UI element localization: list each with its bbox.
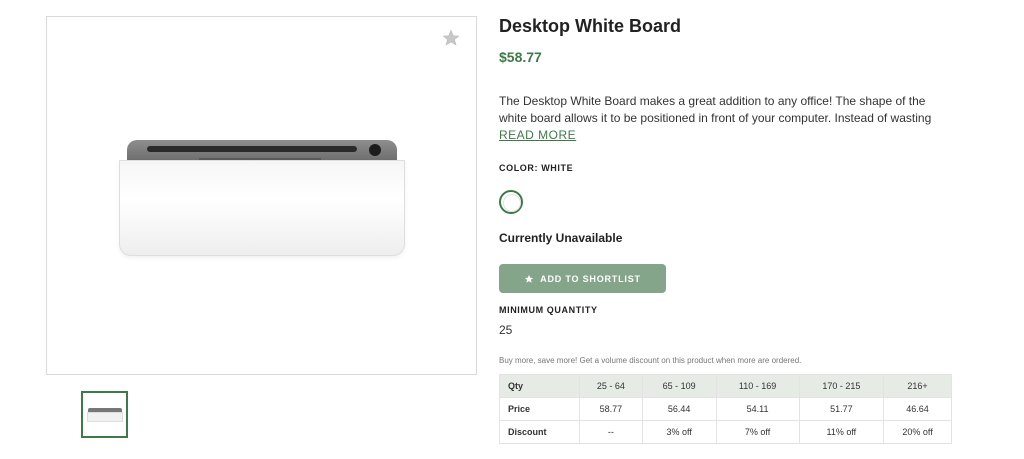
color-swatch-white[interactable] (499, 190, 523, 214)
table-cell: 216+ (883, 374, 952, 398)
table-cell: 51.77 (798, 397, 885, 421)
table-cell: 54.11 (715, 397, 800, 421)
table-cell: 20% off (883, 420, 952, 444)
table-cell: Qty (499, 374, 580, 398)
board-slot (147, 146, 357, 152)
table-cell: 7% off (715, 420, 800, 444)
board-top-rail (127, 140, 397, 160)
product-image-whiteboard (119, 140, 405, 256)
table-cell: 25 - 64 (579, 374, 643, 398)
thumbnail-board-surface (87, 412, 123, 422)
read-more-link[interactable]: READ MORE (499, 128, 576, 142)
product-description: The Desktop White Board makes a great ad… (499, 93, 955, 127)
table-cell: 11% off (798, 420, 885, 444)
favorite-star-icon[interactable] (442, 29, 460, 47)
availability-status: Currently Unavailable (499, 231, 623, 245)
table-cell: 46.64 (883, 397, 952, 421)
volume-pricing-table: Qty 25 - 64 65 - 109 110 - 169 170 - 215… (499, 374, 952, 444)
description-text: The Desktop White Board makes a great ad… (499, 94, 932, 125)
table-row-price: Price 58.77 56.44 54.11 51.77 46.64 (499, 397, 952, 421)
product-thumbnail[interactable] (81, 391, 128, 438)
table-row-qty: Qty 25 - 64 65 - 109 110 - 169 170 - 215… (499, 374, 952, 398)
board-surface (119, 160, 405, 256)
table-cell: Price (499, 397, 580, 421)
minimum-quantity-label: MINIMUM QUANTITY (499, 305, 598, 315)
table-cell: 65 - 109 (641, 374, 717, 398)
minimum-quantity-value: 25 (499, 323, 513, 337)
volume-discount-note: Buy more, save more! Get a volume discou… (499, 356, 802, 365)
color-label: COLOR: WHITE (499, 163, 574, 173)
product-title: Desktop White Board (499, 16, 682, 36)
table-cell: Discount (499, 420, 580, 444)
add-to-shortlist-button[interactable]: ADD TO SHORTLIST (499, 264, 666, 293)
table-cell: -- (579, 420, 643, 444)
table-cell: 110 - 169 (715, 374, 800, 398)
table-row-discount: Discount -- 3% off 7% off 11% off 20% of… (499, 420, 952, 444)
board-hole (369, 144, 381, 156)
table-cell: 56.44 (641, 397, 717, 421)
star-icon (525, 274, 534, 283)
product-price: $58.77 (499, 49, 542, 65)
product-image-panel (46, 16, 477, 375)
table-cell: 170 - 215 (798, 374, 885, 398)
add-to-shortlist-label: ADD TO SHORTLIST (540, 273, 641, 284)
table-cell: 3% off (641, 420, 717, 444)
table-cell: 58.77 (579, 397, 643, 421)
